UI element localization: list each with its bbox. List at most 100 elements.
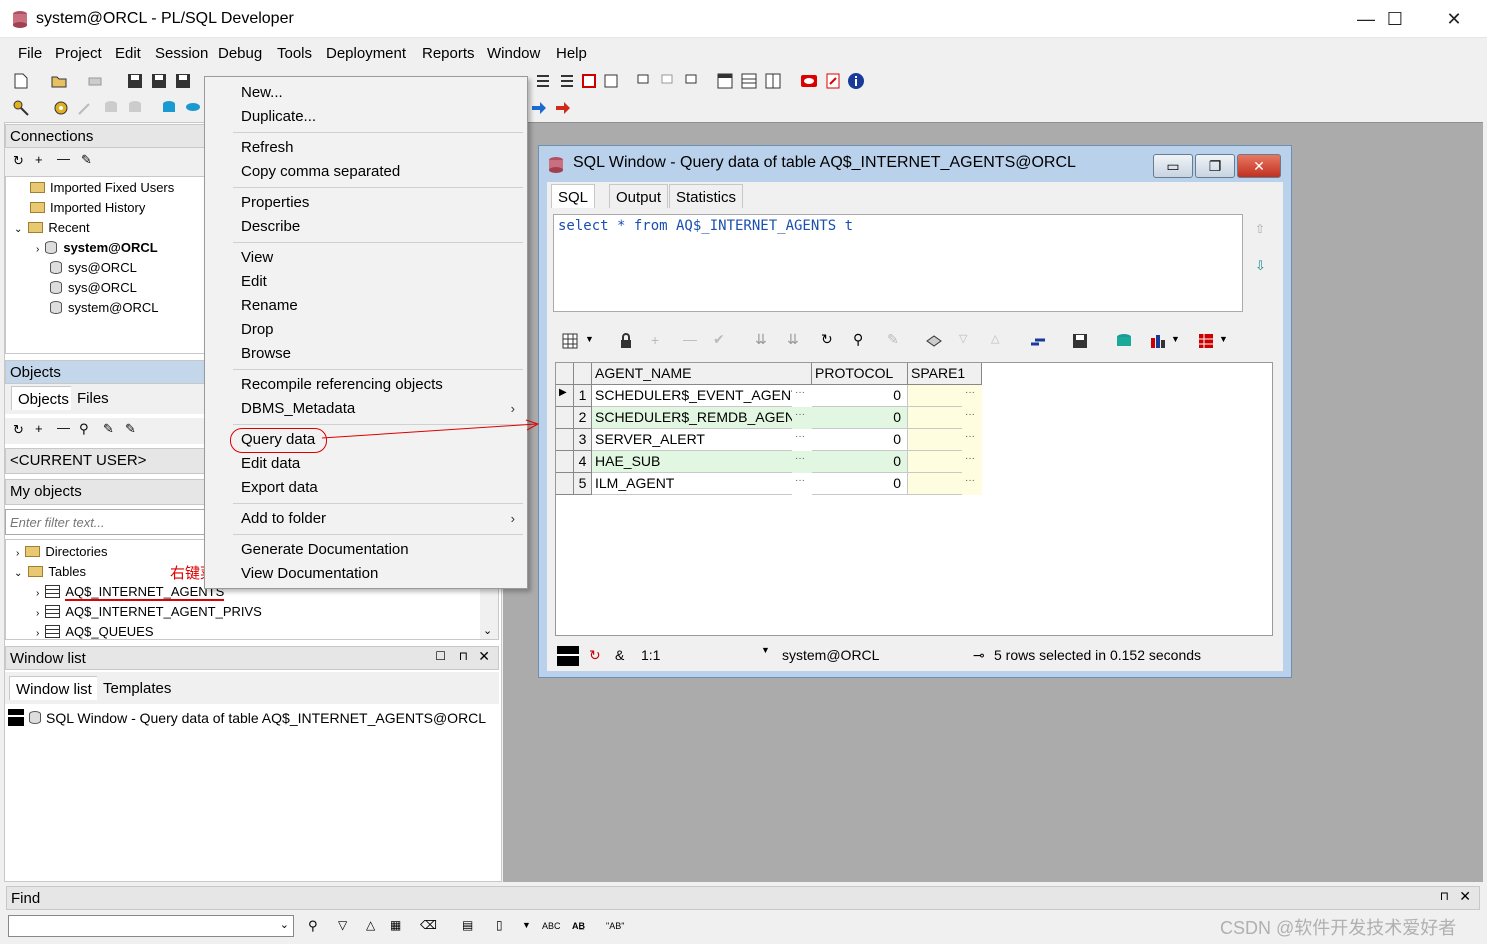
menu-item-drop[interactable]: Drop bbox=[241, 321, 274, 338]
db-icon[interactable] bbox=[102, 99, 120, 117]
cell-protocol[interactable]: 0 bbox=[812, 429, 908, 451]
tree-item-connection[interactable]: sys@ORCL bbox=[50, 280, 137, 295]
restore-button[interactable]: ❐ bbox=[1195, 154, 1235, 178]
menu-window[interactable]: Window bbox=[487, 45, 540, 62]
psql-icon[interactable] bbox=[184, 99, 202, 117]
db-icon[interactable] bbox=[1115, 332, 1133, 350]
window-list-entry[interactable]: SQL Window - Query data of table AQ$_INT… bbox=[5, 706, 499, 730]
dropdown-icon[interactable]: ▼ bbox=[1219, 334, 1228, 344]
menu-item-copy-comma-separated[interactable]: Copy comma separated bbox=[241, 163, 400, 180]
remove-icon[interactable]: — bbox=[57, 151, 70, 166]
row-indicator[interactable] bbox=[556, 451, 574, 473]
close-button[interactable]: ✕ bbox=[1425, 0, 1483, 38]
toolbar-icon[interactable] bbox=[636, 72, 654, 90]
find-icon[interactable]: ⚲ bbox=[853, 331, 863, 348]
clear-icon[interactable]: ⌫ bbox=[420, 918, 437, 932]
link-icon[interactable] bbox=[1029, 332, 1047, 350]
menu-edit[interactable]: Edit bbox=[115, 45, 141, 62]
cell-edit-button[interactable]: ··· bbox=[792, 473, 812, 495]
toolbar-icon[interactable] bbox=[558, 72, 576, 90]
cell-edit-button[interactable]: ··· bbox=[962, 407, 982, 429]
toolbar-icon[interactable] bbox=[660, 72, 678, 90]
find-icon[interactable]: ⚲ bbox=[79, 421, 89, 437]
row-indicator[interactable] bbox=[556, 407, 574, 429]
dropdown-icon[interactable]: ▼ bbox=[1171, 334, 1180, 344]
edit-filter-icon[interactable]: ✎ bbox=[125, 421, 136, 437]
find-previous-icon[interactable]: △ bbox=[366, 918, 375, 932]
menu-project[interactable]: Project bbox=[55, 45, 102, 62]
menu-item-duplicate[interactable]: Duplicate... bbox=[241, 108, 316, 125]
pin-icon[interactable]: ⊓ bbox=[1440, 889, 1449, 903]
clear-icon[interactable]: ✎ bbox=[887, 331, 899, 348]
tree-item-connection[interactable]: sys@ORCL bbox=[50, 260, 137, 275]
cell-protocol[interactable]: 0 bbox=[812, 473, 908, 495]
menu-item-dbms-metadata[interactable]: DBMS_Metadata bbox=[241, 400, 355, 417]
refresh-icon[interactable]: ↻ bbox=[821, 331, 833, 348]
cell-edit-button[interactable]: ··· bbox=[962, 473, 982, 495]
save-icon[interactable] bbox=[126, 72, 144, 90]
refresh-icon[interactable]: ↻ bbox=[589, 647, 601, 664]
toolbar-icon[interactable] bbox=[580, 72, 598, 90]
menu-debug[interactable]: Debug bbox=[218, 45, 262, 62]
toolbar-icon[interactable] bbox=[740, 72, 758, 90]
menu-item-properties[interactable]: Properties bbox=[241, 194, 309, 211]
menu-item-rename[interactable]: Rename bbox=[241, 297, 298, 314]
tree-item-table[interactable]: › AQ$_QUEUES bbox=[36, 624, 154, 639]
tree-item-recent[interactable]: ⌄ Recent bbox=[14, 220, 90, 235]
toolbar-icon[interactable] bbox=[602, 72, 620, 90]
chevron-down-icon[interactable]: ⌄ bbox=[280, 918, 289, 931]
tree-item-imported-history[interactable]: Imported History bbox=[30, 200, 145, 215]
row-number[interactable]: 1 bbox=[574, 385, 592, 407]
cell-agent-name[interactable]: SCHEDULER$_EVENT_AGENT bbox=[592, 385, 812, 407]
grid-icon[interactable] bbox=[561, 332, 579, 350]
arrow-up-icon[interactable]: △ bbox=[991, 332, 999, 345]
column-header[interactable]: AGENT_NAME bbox=[592, 363, 812, 385]
save-as-icon[interactable] bbox=[150, 72, 168, 90]
row-number[interactable]: 2 bbox=[574, 407, 592, 429]
chevron-down-icon[interactable]: ⌄ bbox=[483, 624, 492, 637]
tree-item-directories[interactable]: › Directories bbox=[16, 544, 107, 559]
db-icon[interactable] bbox=[160, 99, 178, 117]
add-record-icon[interactable]: + bbox=[651, 332, 659, 348]
regex-icon[interactable]: "AB" bbox=[606, 921, 624, 931]
connection-label[interactable]: system@ORCL bbox=[782, 647, 879, 663]
match-case-icon[interactable]: ABC bbox=[542, 921, 561, 931]
new-icon[interactable] bbox=[12, 72, 30, 90]
cell-edit-button[interactable]: ··· bbox=[962, 451, 982, 473]
arrow-down-icon[interactable]: ⇩ bbox=[1255, 258, 1266, 274]
menu-reports[interactable]: Reports bbox=[422, 45, 475, 62]
filter-input[interactable]: Enter filter text... bbox=[5, 509, 205, 535]
menu-item-edit-data[interactable]: Edit data bbox=[241, 455, 300, 472]
tab-window-list[interactable]: Window list bbox=[9, 676, 99, 700]
arrow-right-blue-icon[interactable] bbox=[530, 99, 548, 117]
close-icon[interactable]: ✕ bbox=[1459, 888, 1471, 905]
arrow-down-icon[interactable]: ▽ bbox=[959, 332, 967, 345]
tree-item-imported-fixed-users[interactable]: Imported Fixed Users bbox=[30, 180, 174, 195]
highlight-icon[interactable]: ▦ bbox=[390, 918, 401, 932]
tree-item-table[interactable]: › AQ$_INTERNET_AGENT_PRIVS bbox=[36, 604, 262, 619]
row-indicator[interactable] bbox=[556, 429, 574, 451]
sql-editor[interactable]: select * from AQ$_INTERNET_AGENTS t bbox=[553, 214, 1243, 312]
minimize-button[interactable]: ▭ bbox=[1153, 154, 1193, 178]
lock-icon[interactable] bbox=[617, 332, 635, 350]
save-icon[interactable] bbox=[1071, 332, 1089, 350]
menu-item-generate-documentation[interactable]: Generate Documentation bbox=[241, 541, 409, 558]
row-number[interactable]: 4 bbox=[574, 451, 592, 473]
dropdown-icon[interactable]: ▼ bbox=[585, 334, 594, 344]
close-icon[interactable]: ✕ bbox=[478, 648, 490, 665]
save-all-icon[interactable] bbox=[174, 72, 192, 90]
tab-sql[interactable]: SQL bbox=[551, 184, 596, 208]
add-icon[interactable]: + bbox=[35, 152, 43, 167]
menu-deployment[interactable]: Deployment bbox=[326, 45, 406, 62]
menu-session[interactable]: Session bbox=[155, 45, 208, 62]
filter-icon[interactable]: ✎ bbox=[103, 421, 114, 437]
arrow-right-red-icon[interactable] bbox=[554, 99, 572, 117]
toolbar-icon[interactable] bbox=[716, 72, 734, 90]
chart-icon[interactable] bbox=[1149, 332, 1167, 350]
tree-item-connection[interactable]: system@ORCL bbox=[50, 300, 159, 315]
add-icon[interactable]: + bbox=[35, 421, 43, 436]
tree-item-connection[interactable]: › system@ORCL bbox=[36, 240, 158, 255]
refresh-icon[interactable]: ↻ bbox=[13, 422, 24, 438]
open-icon[interactable] bbox=[50, 72, 68, 90]
menu-item-export-data[interactable]: Export data bbox=[241, 479, 318, 496]
